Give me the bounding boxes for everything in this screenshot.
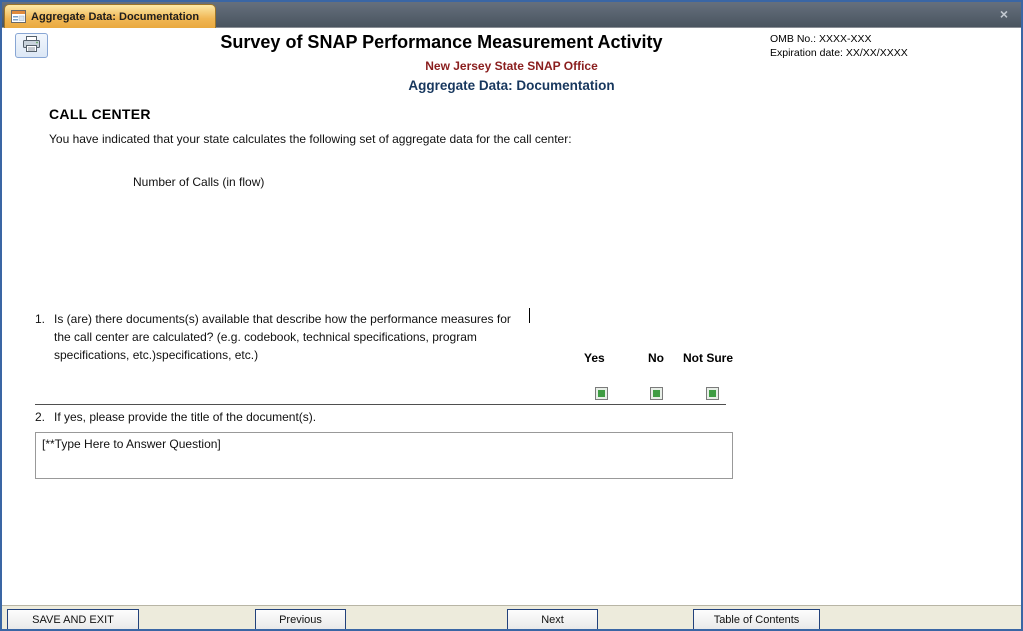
- checkbox-not-sure-fill: [709, 390, 716, 397]
- question-2-number: 2.: [35, 408, 54, 426]
- question-1-number: 1.: [35, 310, 54, 364]
- office-subtitle: New Jersey State SNAP Office: [2, 59, 1021, 73]
- checkbox-not-sure[interactable]: [706, 387, 719, 400]
- save-and-exit-button[interactable]: SAVE AND EXIT: [7, 609, 139, 630]
- document-tab-bar: Aggregate Data: Documentation ×: [2, 2, 1021, 28]
- divider-line: [35, 404, 726, 405]
- answer-textbox[interactable]: [**Type Here to Answer Question]: [35, 432, 733, 479]
- checkbox-yes-fill: [598, 390, 605, 397]
- printer-icon: [22, 36, 41, 56]
- expiration-date: Expiration date: XX/XX/XXXX: [770, 46, 908, 60]
- next-button[interactable]: Next: [507, 609, 598, 630]
- omb-number: OMB No.: XXXX-XXX: [770, 32, 908, 46]
- checkbox-yes[interactable]: [595, 387, 608, 400]
- print-button[interactable]: [15, 33, 48, 58]
- option-label-not-sure: Not Sure: [683, 351, 733, 365]
- form-section-title: Aggregate Data: Documentation: [2, 78, 1021, 93]
- question-1: 1. Is (are) there documents(s) available…: [35, 310, 517, 364]
- section-heading: CALL CENTER: [49, 106, 151, 122]
- document-tab[interactable]: Aggregate Data: Documentation: [4, 4, 216, 28]
- answer-textbox-value: [**Type Here to Answer Question]: [42, 437, 221, 451]
- question-1-text: Is (are) there documents(s) available th…: [54, 310, 517, 364]
- text-cursor: [529, 308, 530, 323]
- omb-info: OMB No.: XXXX-XXX Expiration date: XX/XX…: [770, 32, 908, 60]
- aggregate-data-item: Number of Calls (in flow): [133, 175, 264, 189]
- table-of-contents-button[interactable]: Table of Contents: [693, 609, 820, 630]
- form-body: Survey of SNAP Performance Measurement A…: [2, 28, 1021, 609]
- intro-text: You have indicated that your state calcu…: [49, 132, 729, 146]
- application-window: Aggregate Data: Documentation × Survey o…: [0, 0, 1023, 631]
- document-tab-label: Aggregate Data: Documentation: [31, 11, 199, 23]
- question-2-text: If yes, please provide the title of the …: [54, 408, 316, 426]
- form-icon: [11, 10, 26, 23]
- question-2: 2. If yes, please provide the title of t…: [35, 408, 535, 426]
- page-title: Survey of SNAP Performance Measurement A…: [122, 32, 761, 53]
- previous-button[interactable]: Previous: [255, 609, 346, 630]
- option-label-no: No: [648, 351, 664, 365]
- checkbox-no-fill: [653, 390, 660, 397]
- close-icon[interactable]: ×: [996, 6, 1012, 22]
- checkbox-no[interactable]: [650, 387, 663, 400]
- option-label-yes: Yes: [584, 351, 605, 365]
- navigation-bar: SAVE AND EXIT Previous Next Table of Con…: [2, 605, 1021, 629]
